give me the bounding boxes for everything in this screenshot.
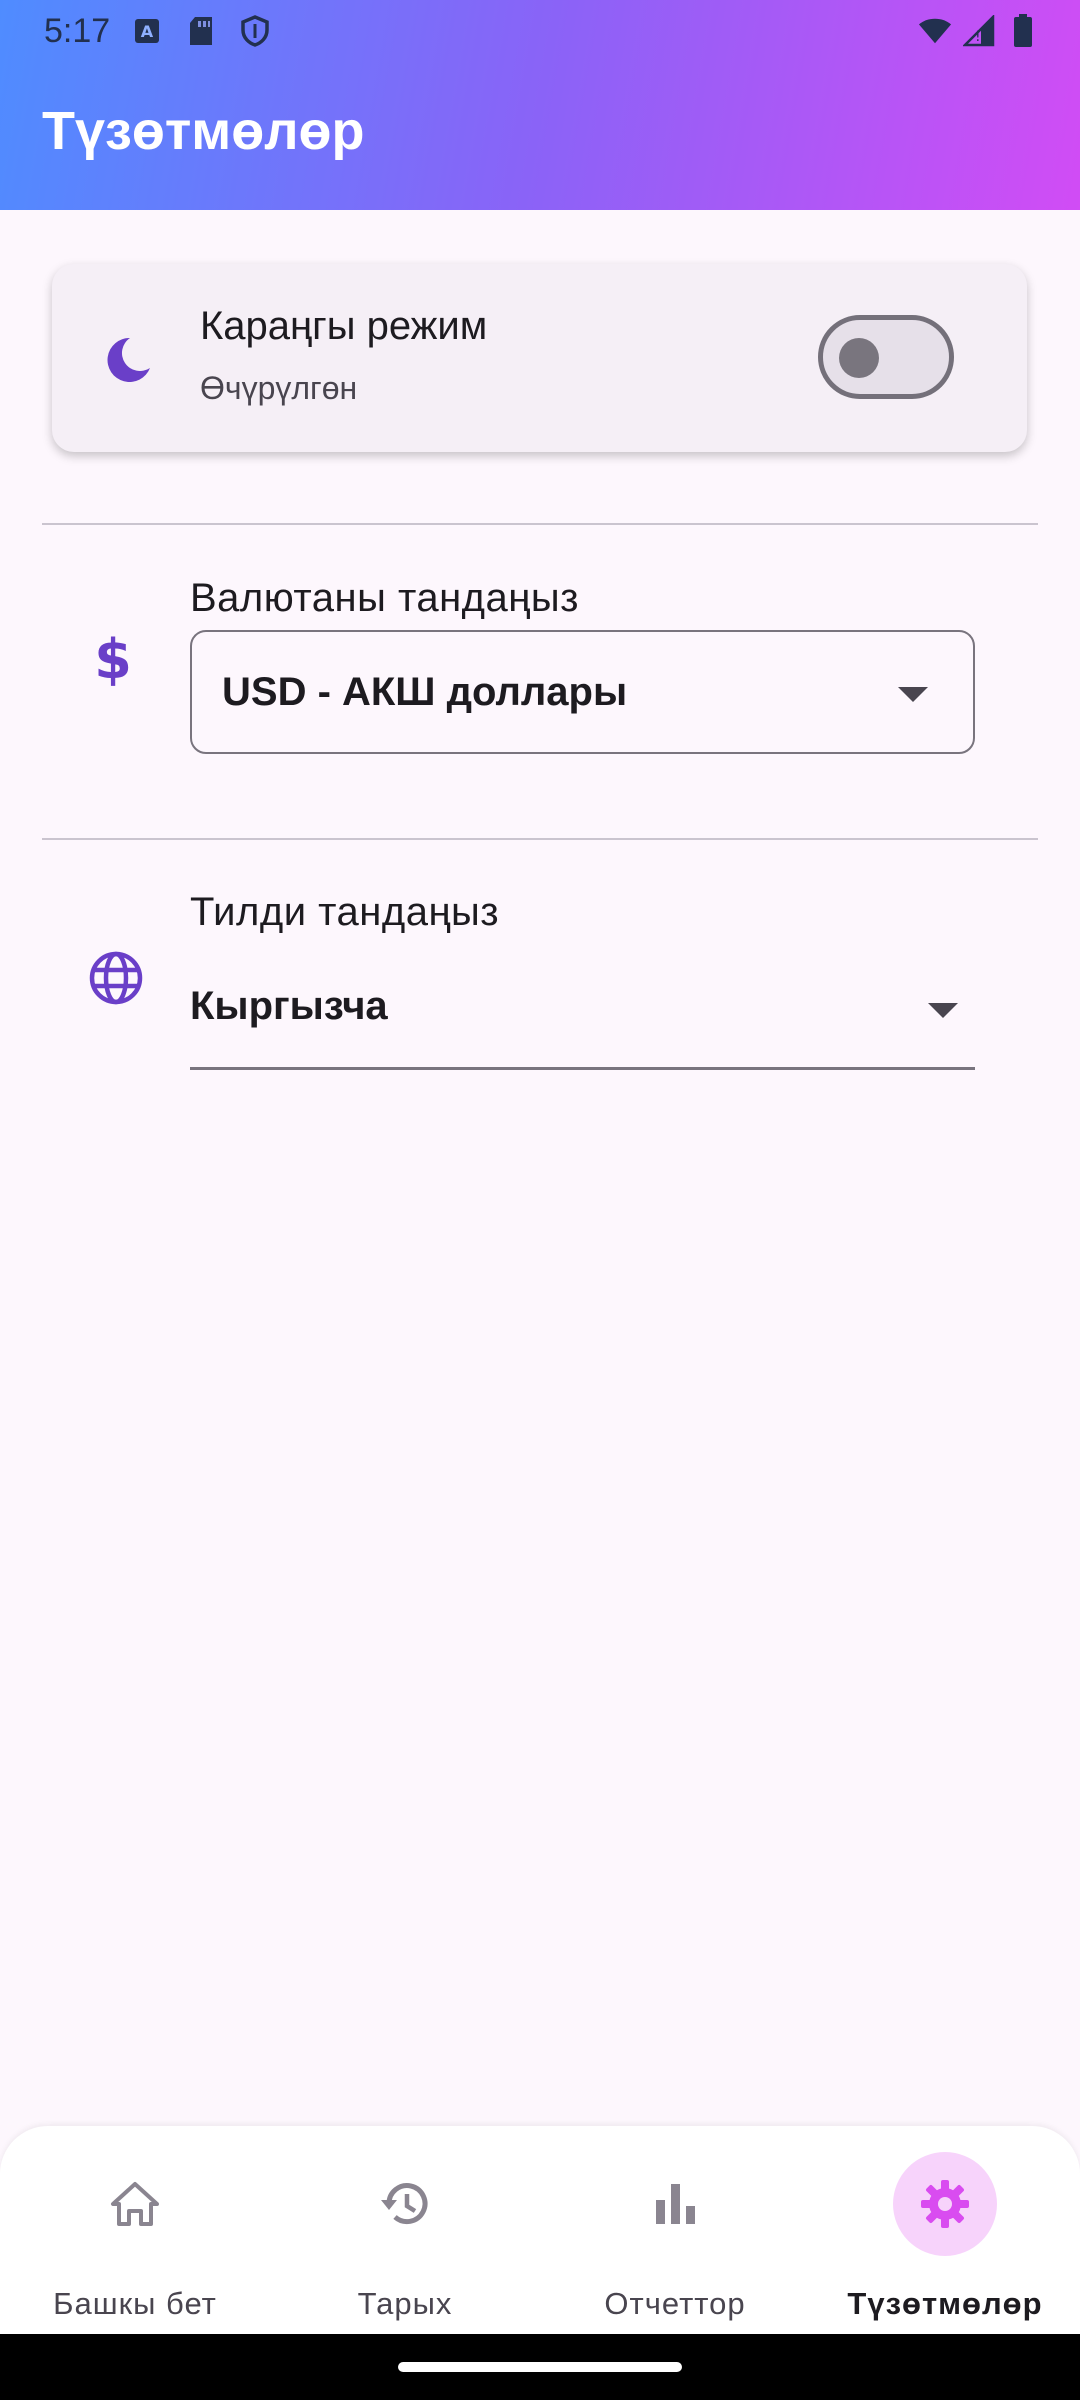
signal-icon: ! [962,14,996,48]
language-select[interactable]: Кыргызча [190,970,975,1070]
svg-text:!: ! [975,29,981,45]
divider [42,838,1038,840]
settings-screen: 5:17 A ! Түзөтмөлөр Караңгы режим Өчүрүл… [0,0,1080,2400]
toggle-knob [839,338,879,378]
svg-text:A: A [141,22,154,41]
status-time: 5:17 [44,11,111,50]
home-gesture-handle[interactable] [398,2362,682,2372]
dark-mode-title: Караңгы режим [200,304,488,348]
battery-icon [1006,14,1040,48]
wifi-icon [918,14,952,48]
divider [42,523,1038,525]
shield-icon [238,14,272,48]
chevron-down-icon [898,687,928,702]
gear-icon [921,2180,969,2228]
nav-label-settings: Түзөтмөлөр [847,2286,1043,2321]
page-title: Түзөтмөлөр [42,101,365,161]
language-selected-value: Кыргызча [190,984,388,1028]
bottom-navigation: Башкы бет Тарых Отчеттор Түзөтмөлөр [0,2126,1080,2334]
globe-icon [89,951,143,1005]
nav-label-reports: Отчеттор [604,2286,746,2321]
currency-label: Валютаны тандаңыз [190,576,579,620]
system-navigation-bar [0,2334,1080,2400]
nav-active-indicator [893,2152,997,2256]
moon-icon [107,337,150,382]
dark-mode-status: Өчүрүлгөн [200,370,358,406]
status-bar: 5:17 A ! [0,0,1080,62]
currency-selected-value: USD - АКШ доллары [222,670,628,714]
home-icon [111,2182,159,2226]
history-icon [381,2183,428,2225]
sd-card-icon [184,14,218,48]
nav-item-reports[interactable]: Отчеттор [540,2126,810,2334]
app-header: 5:17 A ! Түзөтмөлөр [0,0,1080,210]
chevron-down-icon [928,1003,958,1018]
svg-text:$: $ [96,632,130,688]
language-label: Тилди тандаңыз [190,890,500,934]
nav-item-history[interactable]: Тарых [270,2126,540,2334]
nav-label-home: Башкы бет [53,2286,217,2321]
currency-select[interactable]: USD - АКШ доллары [190,630,975,754]
dark-mode-toggle[interactable] [818,315,954,399]
nav-label-history: Тарых [357,2286,453,2321]
nav-item-settings[interactable]: Түзөтмөлөр [810,2126,1080,2334]
nav-item-home[interactable]: Башкы бет [0,2126,270,2334]
bar-chart-icon [656,2184,695,2224]
dark-mode-card[interactable]: Караңгы режим Өчүрүлгөн [52,264,1027,452]
a-notification-icon: A [130,14,164,48]
dollar-icon: $ [96,632,130,688]
